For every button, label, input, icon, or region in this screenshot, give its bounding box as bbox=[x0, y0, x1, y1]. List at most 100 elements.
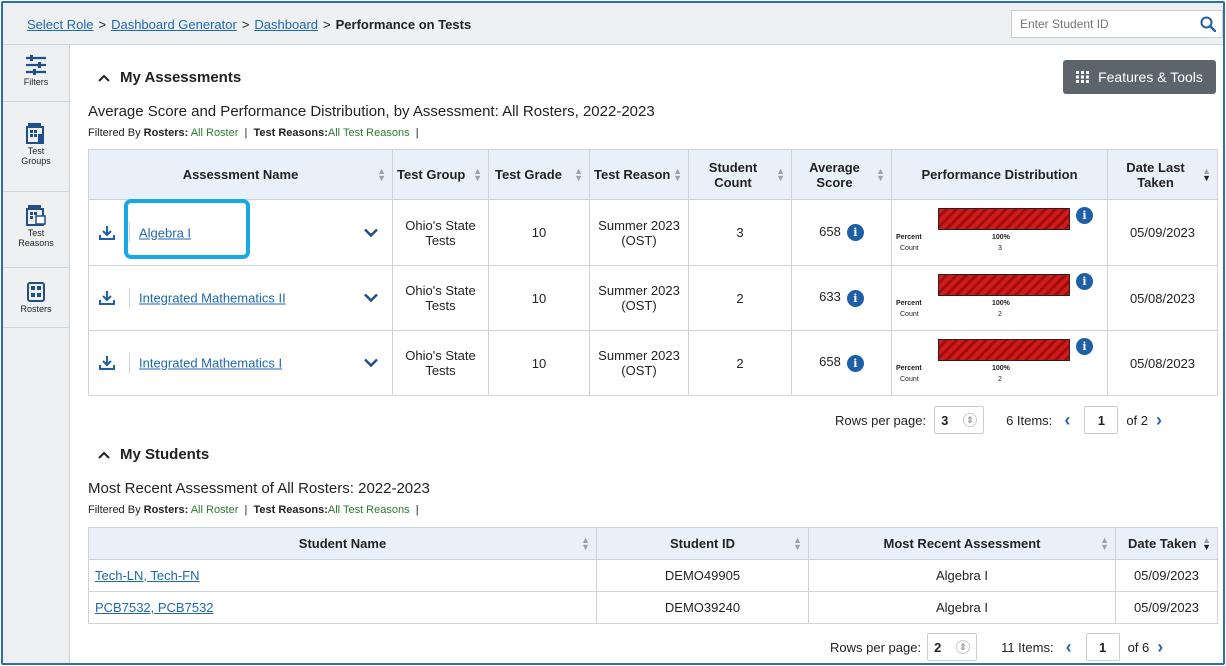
date-last-taken-cell: 05/08/2023 bbox=[1107, 330, 1218, 396]
header-label: Date Last Taken bbox=[1126, 159, 1185, 190]
search-button[interactable] bbox=[1194, 11, 1222, 37]
average-score-value: 633 bbox=[819, 289, 841, 305]
sidebar-item-test-groups[interactable]: Test Groups bbox=[3, 102, 69, 192]
test-groups-icon bbox=[26, 123, 44, 144]
rows-per-page-label: Rows per page: bbox=[835, 412, 927, 428]
student-link[interactable]: PCB7532, PCB7532 bbox=[95, 600, 214, 615]
breadcrumb-dashboard[interactable]: Dashboard bbox=[254, 17, 318, 32]
assessment-link[interactable]: Integrated Mathematics II bbox=[139, 291, 286, 306]
date-taken-cell: 05/09/2023 bbox=[1115, 559, 1218, 592]
sidebar-label-rosters: Rosters bbox=[20, 304, 52, 314]
info-icon[interactable]: i bbox=[1076, 273, 1093, 290]
col-date-taken[interactable]: Date Taken ▲ ▼ bbox=[1115, 527, 1218, 560]
date-last-taken-cell: 05/08/2023 bbox=[1107, 265, 1218, 331]
col-assessment-name[interactable]: Assessment Name ▲ ▼ bbox=[88, 149, 393, 200]
col-student-id[interactable]: Student ID ▲ ▼ bbox=[596, 527, 809, 560]
info-icon[interactable]: i bbox=[846, 224, 864, 242]
download-icon[interactable] bbox=[99, 290, 115, 306]
assessments-subtitle: Average Score and Performance Distributi… bbox=[88, 103, 655, 120]
breadcrumb-separator: > bbox=[323, 17, 331, 32]
assessments-pagination: Rows per page: 3 ⇕ 6 Items: ‹ 1 of 2 › bbox=[835, 406, 1162, 434]
features-tools-label: Features & Tools bbox=[1098, 69, 1203, 85]
assessments-toggle[interactable]: My Assessments bbox=[98, 69, 241, 86]
sidebar-item-test-reasons[interactable]: Test Reasons bbox=[3, 192, 69, 268]
sort-icon: ▲ ▼ bbox=[574, 165, 583, 183]
count-label: Count bbox=[900, 376, 919, 383]
header-label: Student Count bbox=[708, 159, 758, 190]
download-icon[interactable] bbox=[99, 355, 115, 371]
test-grade-cell: 10 bbox=[488, 330, 590, 396]
percent-value: 100% bbox=[992, 365, 1010, 372]
assessment-name-cell: Integrated Mathematics I bbox=[88, 330, 393, 396]
breadcrumb-separator: > bbox=[98, 17, 107, 32]
assessment-link[interactable]: Integrated Mathematics I bbox=[139, 356, 282, 371]
percent-value: 100% bbox=[992, 234, 1010, 241]
performance-bar[interactable] bbox=[938, 274, 1070, 296]
col-student-count[interactable]: Student Count ▲ ▼ bbox=[688, 149, 792, 200]
info-icon[interactable]: i bbox=[846, 354, 864, 372]
assessment-link[interactable]: Algebra I bbox=[139, 225, 191, 240]
sort-icon: ▲ ▼ bbox=[1100, 534, 1109, 552]
rows-per-page-select[interactable]: 3 ⇕ bbox=[934, 406, 985, 434]
student-id-cell: DEMO39240 bbox=[596, 591, 809, 624]
grid-icon bbox=[1076, 71, 1090, 83]
info-icon[interactable]: i bbox=[846, 289, 864, 307]
prev-page-icon[interactable]: ‹ bbox=[1066, 637, 1072, 658]
student-search bbox=[1011, 10, 1223, 38]
col-date-last-taken[interactable]: Date Last Taken ▲ ▼ bbox=[1107, 149, 1218, 200]
chevron-up-icon bbox=[98, 74, 110, 82]
breadcrumb-dashboard-generator[interactable]: Dashboard Generator bbox=[111, 17, 237, 32]
header-label: Test Group bbox=[397, 167, 466, 182]
stepper-icon: ⇕ bbox=[956, 640, 971, 654]
col-average-score[interactable]: Average Score ▲ ▼ bbox=[791, 149, 892, 200]
student-link[interactable]: Tech-LN, Tech-FN bbox=[95, 568, 200, 583]
rows-per-page-select[interactable]: 2 ⇕ bbox=[927, 633, 978, 661]
breadcrumb: Select Role > Dashboard Generator > Dashboar… bbox=[27, 17, 471, 32]
average-score-value: 658 bbox=[819, 354, 841, 370]
assessments-filter: Filtered By Rosters: All Roster | Test R… bbox=[88, 127, 419, 139]
next-page-icon[interactable]: › bbox=[1157, 637, 1163, 658]
students-toggle[interactable]: My Students bbox=[98, 446, 209, 463]
table-row: Integrated Mathematics II Ohio's State T… bbox=[88, 265, 1218, 331]
breadcrumb-separator: > bbox=[241, 17, 250, 32]
features-tools-button[interactable]: Features & Tools bbox=[1063, 60, 1216, 94]
page-number-input[interactable]: 1 bbox=[1085, 633, 1120, 661]
app-frame: Select Role > Dashboard Generator > Dashboar… bbox=[1, 1, 1225, 665]
chevron-down-icon[interactable] bbox=[364, 293, 378, 303]
filter-rosters-value: All Roster bbox=[190, 504, 239, 516]
most-recent-assessment-cell: Algebra I bbox=[808, 559, 1116, 592]
student-id-input[interactable] bbox=[1012, 11, 1192, 37]
sort-icon: ▲ ▼ bbox=[776, 165, 785, 183]
items-count: 11 Items: bbox=[1001, 639, 1054, 655]
prev-page-icon[interactable]: ‹ bbox=[1064, 410, 1070, 431]
col-most-recent-assessment[interactable]: Most Recent Assessment ▲ ▼ bbox=[808, 527, 1116, 560]
students-table: Student Name ▲ ▼ Student ID ▲ ▼ Most Recent … bbox=[88, 527, 1218, 624]
average-score-value: 658 bbox=[819, 223, 841, 239]
student-id-cell: DEMO49905 bbox=[596, 559, 809, 592]
download-icon[interactable] bbox=[99, 225, 115, 241]
performance-bar[interactable] bbox=[938, 339, 1070, 361]
filter-prefix: Filtered By bbox=[88, 127, 141, 139]
table-row: Algebra I Ohio's State Tests 10 Summer 2… bbox=[88, 199, 1218, 266]
col-student-name[interactable]: Student Name ▲ ▼ bbox=[88, 527, 597, 560]
page-number-input[interactable]: 1 bbox=[1084, 406, 1119, 434]
col-test-grade[interactable]: Test Grade ▲ ▼ bbox=[488, 149, 590, 200]
info-icon[interactable]: i bbox=[1076, 207, 1093, 224]
breadcrumb-select-role[interactable]: Select Role bbox=[27, 17, 93, 32]
info-icon[interactable]: i bbox=[1076, 338, 1093, 355]
student-name-cell: PCB7532, PCB7532 bbox=[88, 591, 597, 624]
performance-bar[interactable] bbox=[938, 208, 1070, 230]
left-toolbar: Filters Test Groups Test Reasons Rosters bbox=[3, 45, 70, 663]
chevron-down-icon[interactable] bbox=[364, 228, 378, 237]
sidebar-item-filters[interactable]: Filters bbox=[3, 45, 69, 102]
test-grade-cell: 10 bbox=[488, 199, 590, 266]
chevron-down-icon[interactable] bbox=[364, 358, 378, 368]
filter-rosters-label: Rosters: bbox=[143, 127, 189, 139]
percent-value: 100% bbox=[992, 300, 1010, 307]
col-test-reason[interactable]: Test Reason ▲ ▼ bbox=[589, 149, 689, 200]
next-page-icon[interactable]: › bbox=[1156, 410, 1162, 431]
sort-icon: ▲ ▼ bbox=[673, 165, 682, 183]
col-test-group[interactable]: Test Group ▲ ▼ bbox=[392, 149, 489, 200]
percent-label: Percent bbox=[896, 365, 922, 372]
sidebar-item-rosters[interactable]: Rosters bbox=[3, 268, 69, 328]
